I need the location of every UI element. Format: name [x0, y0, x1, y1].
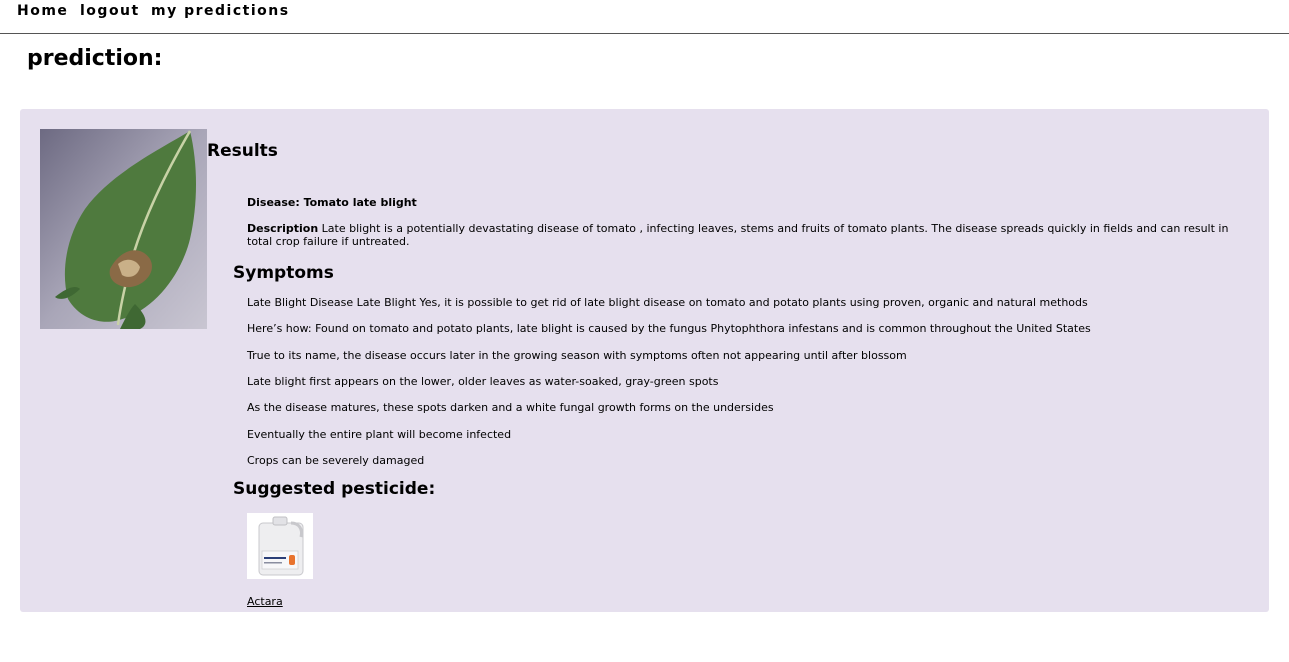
nav-logout-link[interactable]: logout — [80, 3, 140, 19]
symptom-item: True to its name, the disease occurs lat… — [247, 349, 907, 362]
symptoms-heading: Symptoms — [233, 263, 334, 283]
leaf-image — [40, 129, 207, 329]
prediction-card: Results Disease: Tomato late blight Desc… — [20, 109, 1269, 612]
page-title: prediction: — [27, 46, 163, 71]
description-label: Description — [247, 222, 319, 235]
symptom-item: Late Blight Disease Late Blight Yes, it … — [247, 296, 1088, 309]
pesticide-link[interactable]: Actara — [247, 595, 283, 608]
disease-name: Disease: Tomato late blight — [247, 196, 417, 209]
nav-my-predictions-link[interactable]: my predictions — [151, 3, 290, 19]
pesticide-heading: Suggested pesticide: — [233, 479, 436, 499]
symptom-item: Late blight first appears on the lower, … — [247, 375, 719, 388]
symptom-item: As the disease matures, these spots dark… — [247, 401, 774, 414]
results-heading: Results — [207, 141, 278, 161]
symptom-item: Eventually the entire plant will become … — [247, 428, 512, 441]
description-text: Late blight is a potentially devastating… — [247, 222, 1229, 248]
pesticide-product-image[interactable] — [247, 513, 313, 579]
nav-home-link[interactable]: Home — [17, 3, 68, 19]
symptom-item: Here’s how: Found on tomato and potato p… — [247, 322, 1091, 335]
symptom-item: Crops can be severely damaged — [247, 454, 425, 467]
disease-description: Description Late blight is a potentially… — [247, 222, 1247, 248]
top-nav: Home logout my predictions — [0, 0, 1289, 34]
